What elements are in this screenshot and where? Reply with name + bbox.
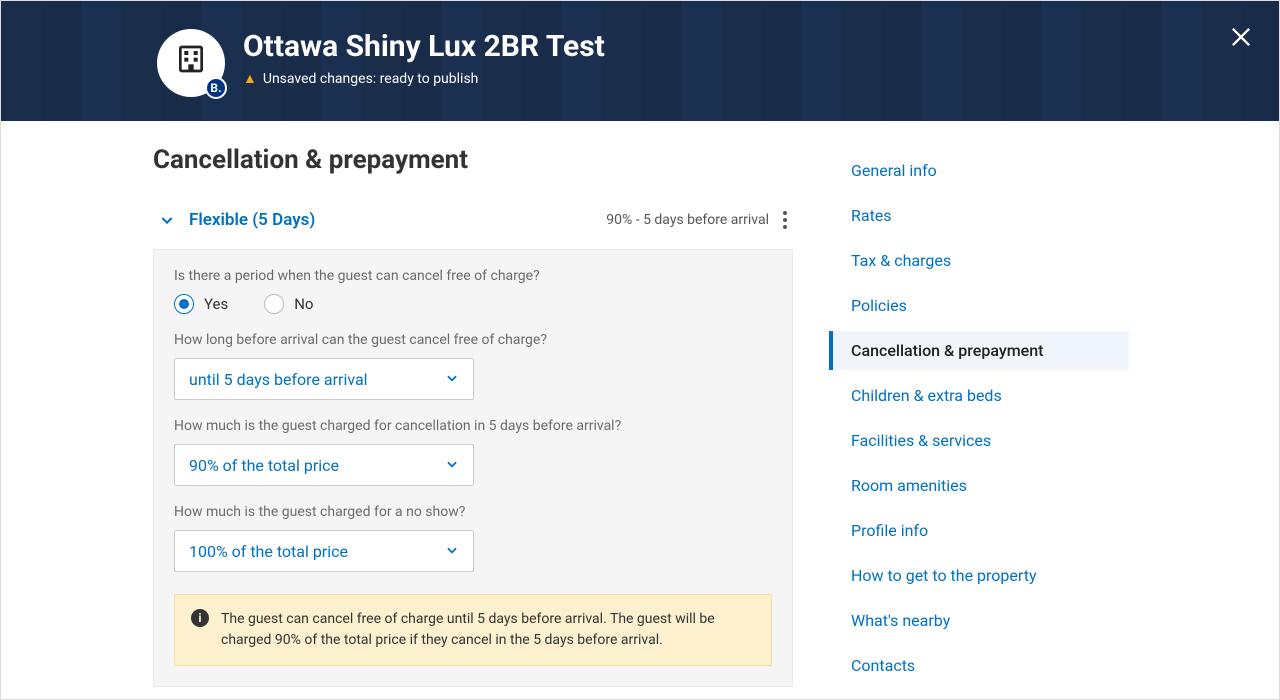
- nav-profile-info[interactable]: Profile info: [829, 511, 1129, 550]
- flexible-panel: Is there a period when the guest can can…: [153, 249, 793, 687]
- select-how-long-value: until 5 days before arrival: [189, 370, 368, 389]
- property-avatar: B.: [157, 29, 225, 97]
- page-title: Cancellation & prepayment: [153, 145, 793, 175]
- select-charge-cancel[interactable]: 90% of the total price: [174, 444, 474, 486]
- close-button[interactable]: [1227, 23, 1255, 51]
- info-icon: i: [191, 609, 209, 627]
- question-how-long: How long before arrival can the guest ca…: [174, 332, 772, 348]
- question-no-show: How much is the guest charged for a no s…: [174, 504, 772, 520]
- nav-contacts[interactable]: Contacts: [829, 646, 1129, 685]
- nav-general-info[interactable]: General info: [829, 151, 1129, 190]
- chevron-down-icon: [445, 542, 459, 561]
- select-no-show[interactable]: 100% of the total price: [174, 530, 474, 572]
- nav-policies[interactable]: Policies: [829, 286, 1129, 325]
- question-charge-cancel: How much is the guest charged for cancel…: [174, 418, 772, 434]
- info-callout: i The guest can cancel free of charge un…: [174, 594, 772, 666]
- select-no-show-value: 100% of the total price: [189, 542, 348, 561]
- radio-dot-icon: [264, 294, 284, 314]
- nav-room-amenities[interactable]: Room amenities: [829, 466, 1129, 505]
- nav-how-to-get[interactable]: How to get to the property: [829, 556, 1129, 595]
- select-charge-cancel-value: 90% of the total price: [189, 456, 339, 475]
- radio-no[interactable]: No: [264, 294, 313, 314]
- header-banner: B. Ottawa Shiny Lux 2BR Test ▲ Unsaved c…: [1, 1, 1279, 121]
- nav-children-extra-beds[interactable]: Children & extra beds: [829, 376, 1129, 415]
- accordion-flexible-label: Flexible (5 Days): [189, 210, 315, 230]
- channel-badge: B.: [205, 77, 227, 99]
- nav-tax-charges[interactable]: Tax & charges: [829, 241, 1129, 280]
- info-callout-text: The guest can cancel free of charge unti…: [221, 609, 755, 651]
- building-icon: [175, 43, 207, 83]
- nav-rates[interactable]: Rates: [829, 196, 1129, 235]
- unsaved-status: Unsaved changes: ready to publish: [263, 71, 479, 87]
- chevron-down-icon: [445, 456, 459, 475]
- property-title: Ottawa Shiny Lux 2BR Test: [243, 29, 1279, 64]
- radio-no-label: No: [294, 295, 313, 313]
- accordion-flexible-header[interactable]: Flexible (5 Days) 90% - 5 days before ar…: [153, 197, 793, 243]
- radio-yes[interactable]: Yes: [174, 294, 228, 314]
- flexible-menu-button[interactable]: [779, 207, 787, 233]
- question-free-cancel: Is there a period when the guest can can…: [174, 268, 772, 284]
- chevron-down-icon: [159, 212, 175, 228]
- radio-yes-label: Yes: [204, 295, 228, 313]
- section-nav: General info Rates Tax & charges Policie…: [829, 151, 1129, 685]
- nav-facilities-services[interactable]: Facilities & services: [829, 421, 1129, 460]
- radio-dot-icon: [174, 294, 194, 314]
- warning-icon: ▲: [243, 70, 257, 87]
- accordion-flexible-summary: 90% - 5 days before arrival: [606, 212, 769, 228]
- select-how-long[interactable]: until 5 days before arrival: [174, 358, 474, 400]
- nav-whats-nearby[interactable]: What's nearby: [829, 601, 1129, 640]
- chevron-down-icon: [445, 370, 459, 389]
- nav-cancellation-prepayment[interactable]: Cancellation & prepayment: [829, 331, 1129, 370]
